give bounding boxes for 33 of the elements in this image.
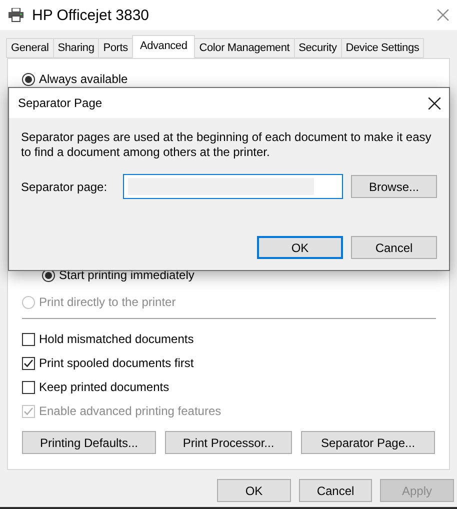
browse-button[interactable]: Browse...	[351, 175, 437, 198]
radio-button[interactable]	[22, 72, 35, 86]
checkbox-label: Print spooled documents first	[39, 356, 194, 370]
tab[interactable]: Security	[294, 38, 342, 58]
window-title: HP Officejet 3830	[32, 6, 150, 24]
checkbox[interactable]	[22, 332, 35, 346]
dialog-button[interactable]: OK	[257, 236, 343, 259]
checkbox-label: Hold mismatched documents	[39, 332, 194, 346]
dialog-button[interactable]: Print Processor...	[164, 431, 292, 454]
separator-page-field[interactable]	[123, 174, 343, 199]
tab[interactable]: General	[6, 38, 54, 58]
tab[interactable]: Ports	[98, 38, 133, 58]
checkbox-label: Keep printed documents	[39, 380, 170, 394]
printer-icon	[8, 8, 24, 22]
dialog-description: Separator pages are used at the beginning of each document to make it easy to find a document among others at the printer.	[21, 130, 432, 160]
close-icon[interactable]	[428, 96, 441, 110]
dialog-button[interactable]: Separator Page...	[301, 431, 435, 454]
dialog-button[interactable]: Cancel	[351, 236, 437, 259]
checkbox[interactable]	[22, 356, 35, 370]
option-label: Start printing immediately	[59, 268, 194, 282]
checkbox[interactable]	[22, 380, 35, 394]
field-label: Separator page:	[21, 180, 108, 194]
tab[interactable]: Device Settings	[340, 38, 424, 58]
footer-button[interactable]: OK	[217, 479, 291, 502]
tab[interactable]: Advanced	[132, 35, 196, 58]
tab[interactable]: Color Management	[194, 38, 295, 58]
dialog-title: Separator Page	[18, 96, 104, 110]
tab[interactable]: Sharing	[52, 38, 100, 58]
checkbox-label: Enable advanced printing features	[39, 404, 222, 418]
dialog-button[interactable]: Printing Defaults...	[22, 431, 156, 454]
option-label: Always available	[39, 72, 128, 86]
footer-button[interactable]: Cancel	[299, 479, 372, 502]
option-label: Print directly to the printer	[39, 295, 176, 309]
